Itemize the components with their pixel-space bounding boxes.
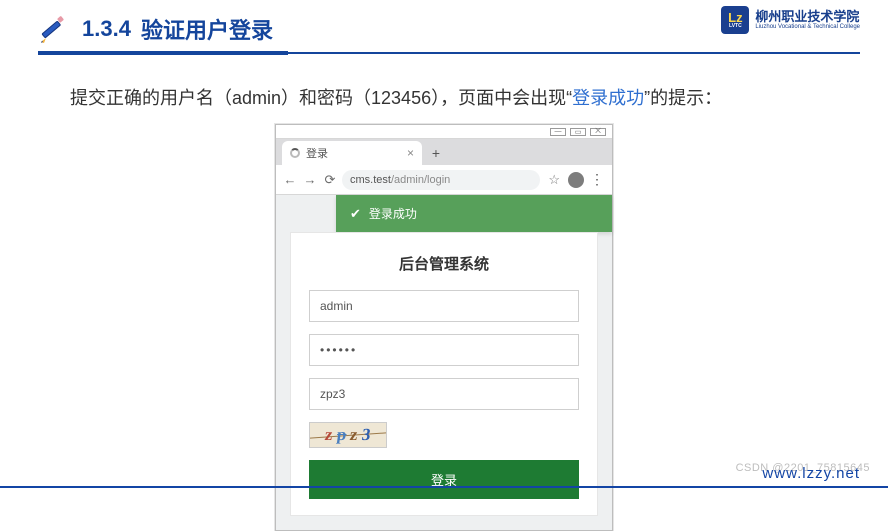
url-host: cms.test	[350, 174, 391, 186]
section-title: 验证用户登录	[141, 13, 273, 45]
check-icon: ✔	[350, 206, 361, 222]
tab-title: 登录	[306, 145, 328, 161]
college-logo: Lz LVTC 柳州职业技术学院 Liuzhou Vocational & Te…	[721, 6, 860, 34]
section-number: 1.3.4	[82, 16, 131, 42]
intro-highlight: 登录成功	[572, 88, 644, 108]
browser-window: — ▭ ⨉ 登录 × + ← → ⟳ cms.test/admin/login …	[275, 124, 613, 531]
loading-spinner-icon	[290, 148, 300, 158]
browser-tab[interactable]: 登录 ×	[282, 141, 422, 165]
slide-header: 1.3.4 验证用户登录 Lz LVTC 柳州职业技术学院 Liuzhou Vo…	[0, 0, 888, 54]
success-toast: ✔ 登录成功	[336, 195, 612, 232]
profile-avatar-icon[interactable]	[568, 172, 584, 188]
window-minimize-icon[interactable]: —	[550, 128, 566, 136]
footer-line	[0, 486, 888, 488]
pencil-icon	[38, 12, 72, 46]
menu-dots-icon[interactable]: ⋮	[588, 171, 606, 188]
tab-close-icon[interactable]: ×	[407, 146, 414, 160]
login-button[interactable]: 登录	[309, 460, 579, 499]
username-input[interactable]: admin	[309, 290, 579, 322]
password-input[interactable]: ••••••	[309, 334, 579, 366]
back-icon[interactable]: ←	[282, 172, 298, 187]
logo-cn: 柳州职业技术学院	[755, 10, 860, 24]
window-close-icon[interactable]: ⨉	[590, 128, 606, 136]
bookmark-star-icon[interactable]: ☆	[548, 172, 560, 188]
panel-heading: 后台管理系统	[309, 253, 579, 274]
new-tab-button[interactable]: +	[426, 143, 446, 163]
page-body: ✔ 登录成功 后台管理系统 admin •••••• zpz3 z p z 3 …	[276, 195, 612, 530]
footer-url: www.lzzy.net	[762, 465, 860, 482]
captcha-input[interactable]: zpz3	[309, 378, 579, 410]
forward-icon[interactable]: →	[302, 172, 318, 187]
toast-text: 登录成功	[369, 205, 417, 222]
window-maximize-icon[interactable]: ▭	[570, 128, 586, 136]
logo-en: Liuzhou Vocational & Technical College	[755, 24, 860, 31]
captcha-image[interactable]: z p z 3	[309, 422, 387, 448]
tab-bar: 登录 × +	[276, 139, 612, 165]
login-panel: 后台管理系统 admin •••••• zpz3 z p z 3 登录	[290, 232, 598, 516]
url-path: /admin/login	[391, 174, 450, 186]
intro-text: 提交正确的用户名（admin）和密码（123456），页面中会出现“登录成功”的…	[0, 54, 888, 124]
title-underline	[38, 52, 860, 54]
url-input[interactable]: cms.test/admin/login	[342, 170, 540, 190]
logo-badge: Lz LVTC	[721, 6, 749, 34]
window-controls: — ▭ ⨉	[276, 125, 612, 139]
address-bar: ← → ⟳ cms.test/admin/login ☆ ⋮	[276, 165, 612, 195]
reload-icon[interactable]: ⟳	[322, 172, 338, 188]
